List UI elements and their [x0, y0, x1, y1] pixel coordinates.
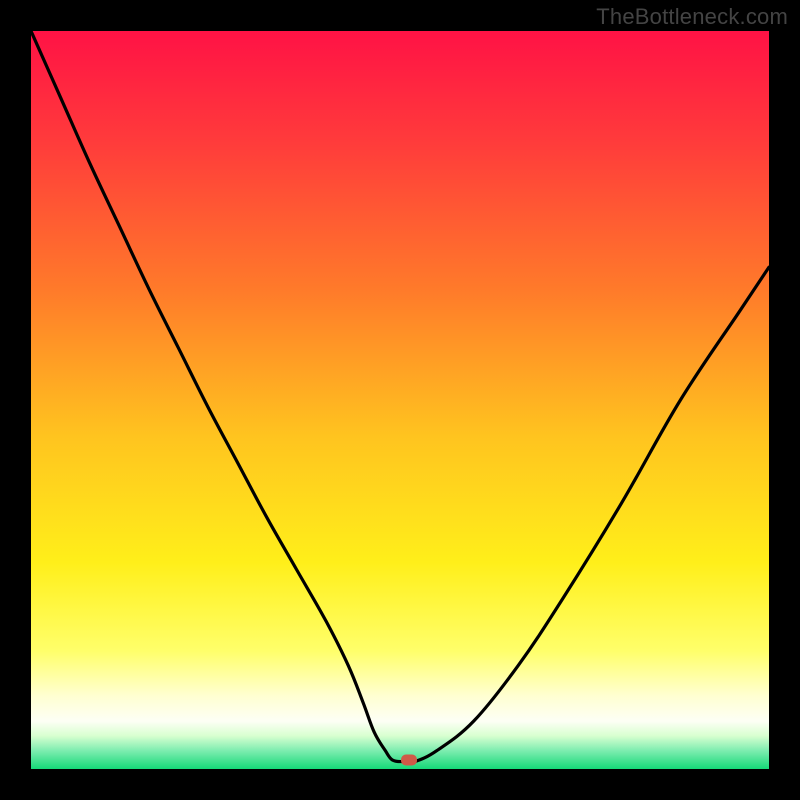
plot-area: [31, 31, 769, 769]
bottleneck-curve: [31, 31, 769, 769]
watermark-text: TheBottleneck.com: [596, 4, 788, 30]
chart-frame: TheBottleneck.com: [0, 0, 800, 800]
optimum-marker: [401, 755, 417, 766]
